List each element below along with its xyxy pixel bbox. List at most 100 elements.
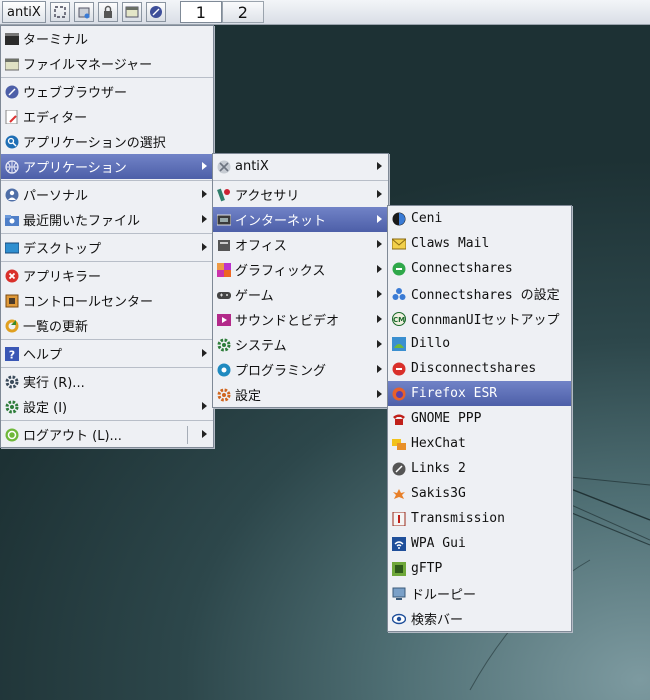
menu-item-links2[interactable]: Links 2 <box>388 456 571 481</box>
menu-item-internet[interactable]: インターネット <box>213 207 388 232</box>
menu-item-editor[interactable]: エディター <box>1 104 213 129</box>
menu-item-applications[interactable]: アプリケーション <box>1 154 213 179</box>
menu-item-programming[interactable]: プログラミング <box>213 357 388 382</box>
start-button[interactable]: antiX <box>2 1 46 23</box>
menu-item-help[interactable]: ? ヘルプ <box>1 341 213 366</box>
menu-item-search-bar[interactable]: 検索バー <box>388 606 571 631</box>
menu-item-logout[interactable]: ログアウト (L)... <box>1 422 213 447</box>
fullscreen-icon[interactable] <box>49 2 70 22</box>
menu-item-label: システム <box>235 339 287 354</box>
menu-item-multimedia[interactable]: サウンドとビデオ <box>213 307 388 332</box>
menu-item-connman[interactable]: CM ConnmanUIセットアップ <box>388 306 571 331</box>
submenu-arrow-icon <box>202 430 207 438</box>
menu-item-transmission[interactable]: Transmission <box>388 506 571 531</box>
menu-item-web-browser[interactable]: ウェブブラウザー <box>1 79 213 104</box>
menu-item-recent-files[interactable]: 最近開いたファイル <box>1 207 213 232</box>
menu-item-accessories[interactable]: アクセサリ <box>213 182 388 207</box>
menu-item-label: Firefox ESR <box>411 386 498 401</box>
terminal-icon <box>5 32 19 46</box>
menu-item-personal[interactable]: パーソナル <box>1 182 213 207</box>
settings-icon <box>217 388 231 402</box>
menu-item-antix[interactable]: antiX <box>213 154 388 179</box>
submenu-arrow-icon <box>202 162 207 170</box>
app-killer-icon <box>5 269 19 283</box>
control-center-icon <box>5 294 19 308</box>
menu-item-firefox[interactable]: Firefox ESR <box>388 381 571 406</box>
submenu-arrow-icon <box>377 290 382 298</box>
menu-item-settings[interactable]: 設定 (I) <box>1 394 213 419</box>
submenu-arrow-icon <box>202 243 207 251</box>
lock-icon[interactable] <box>97 2 118 22</box>
submenu-arrow-icon <box>202 190 207 198</box>
divider <box>187 426 188 444</box>
applications-menu: antiX アクセサリ インターネット オフィス グラフィックス ゲーム サウン… <box>212 153 389 408</box>
menu-item-label: ウェブブラウザー <box>23 86 128 101</box>
submenu-arrow-icon <box>377 162 382 170</box>
menu-item-disconnectshares[interactable]: Disconnectshares <box>388 356 571 381</box>
menu-item-dillo[interactable]: Dillo <box>388 331 571 356</box>
menu-item-label: Disconnectshares <box>411 361 537 376</box>
menu-item-label: ログアウト (L)... <box>23 429 122 444</box>
menu-item-label: エディター <box>23 111 88 126</box>
run-icon <box>5 375 19 389</box>
remove-disk-icon[interactable] <box>73 2 94 22</box>
separator <box>1 367 213 368</box>
workspace-1-button[interactable]: 1 <box>179 1 222 23</box>
separator <box>1 339 213 340</box>
menu-item-gftp[interactable]: gFTP <box>388 556 571 581</box>
connectshares-config-icon <box>392 287 406 301</box>
menu-item-desktop[interactable]: デスクトップ <box>1 235 213 260</box>
separator <box>213 180 388 181</box>
menu-item-office[interactable]: オフィス <box>213 232 388 257</box>
menu-item-settings[interactable]: 設定 <box>213 382 388 407</box>
menu-item-system[interactable]: システム <box>213 332 388 357</box>
menu-item-hexchat[interactable]: HexChat <box>388 431 571 456</box>
submenu-arrow-icon <box>202 215 207 223</box>
hexchat-icon <box>392 437 406 451</box>
menu-item-wpa-gui[interactable]: WPA Gui <box>388 531 571 556</box>
menu-item-label: ファイルマネージャー <box>23 58 153 73</box>
svg-text:CM: CM <box>393 316 405 324</box>
menu-item-label: antiX <box>235 159 269 174</box>
menu-item-sakis3g[interactable]: Sakis3G <box>388 481 571 506</box>
menu-item-label: Transmission <box>411 511 505 526</box>
submenu-arrow-icon <box>377 315 382 323</box>
multimedia-icon <box>217 313 231 327</box>
menu-item-claws-mail[interactable]: Claws Mail <box>388 231 571 256</box>
menu-item-games[interactable]: ゲーム <box>213 282 388 307</box>
menu-item-droopy[interactable]: ドルーピー <box>388 581 571 606</box>
menu-item-label: コントロールセンター <box>23 295 154 310</box>
workspace-2-button[interactable]: 2 <box>221 1 264 23</box>
accessories-icon <box>217 188 231 202</box>
menu-item-graphics[interactable]: グラフィックス <box>213 257 388 282</box>
browser-icon[interactable] <box>145 2 166 22</box>
programming-icon <box>217 363 231 377</box>
menu-item-control-center[interactable]: コントロールセンター <box>1 288 213 313</box>
menu-item-label: 実行 (R)... <box>23 376 85 391</box>
menu-item-ceni[interactable]: Ceni <box>388 206 571 231</box>
ftp-icon <box>392 561 406 576</box>
menu-item-label: ConnmanUIセットアップ <box>411 313 560 328</box>
menu-item-gnome-ppp[interactable]: GNOME PPP <box>388 406 571 431</box>
editor-icon <box>5 109 19 124</box>
menu-item-run[interactable]: 実行 (R)... <box>1 369 213 394</box>
menu-item-refresh[interactable]: 一覧の更新 <box>1 313 213 338</box>
menu-item-label: gFTP <box>411 561 443 576</box>
menu-item-label: ターミナル <box>23 33 89 48</box>
menu-item-label: アプリケーションの選択 <box>23 136 166 151</box>
menu-item-file-manager[interactable]: ファイルマネージャー <box>1 51 213 76</box>
submenu-arrow-icon <box>377 340 382 348</box>
menu-item-app-killer[interactable]: アプリキラー <box>1 263 213 288</box>
graphics-icon <box>217 262 231 277</box>
menu-item-label: 設定 (I) <box>23 401 68 416</box>
menu-item-app-select[interactable]: アプリケーションの選択 <box>1 129 213 154</box>
menu-item-label: パーソナル <box>23 189 89 204</box>
menu-item-connectshares-config[interactable]: Connectshares の設定 <box>388 281 571 306</box>
connectshares-icon <box>392 262 406 276</box>
file-manager-icon[interactable] <box>121 2 142 22</box>
menu-item-label: サウンドとビデオ <box>235 314 340 329</box>
menu-item-connectshares[interactable]: Connectshares <box>388 256 571 281</box>
menu-item-terminal[interactable]: ターミナル <box>1 26 213 51</box>
search-icon <box>5 135 19 149</box>
system-icon <box>217 338 231 352</box>
